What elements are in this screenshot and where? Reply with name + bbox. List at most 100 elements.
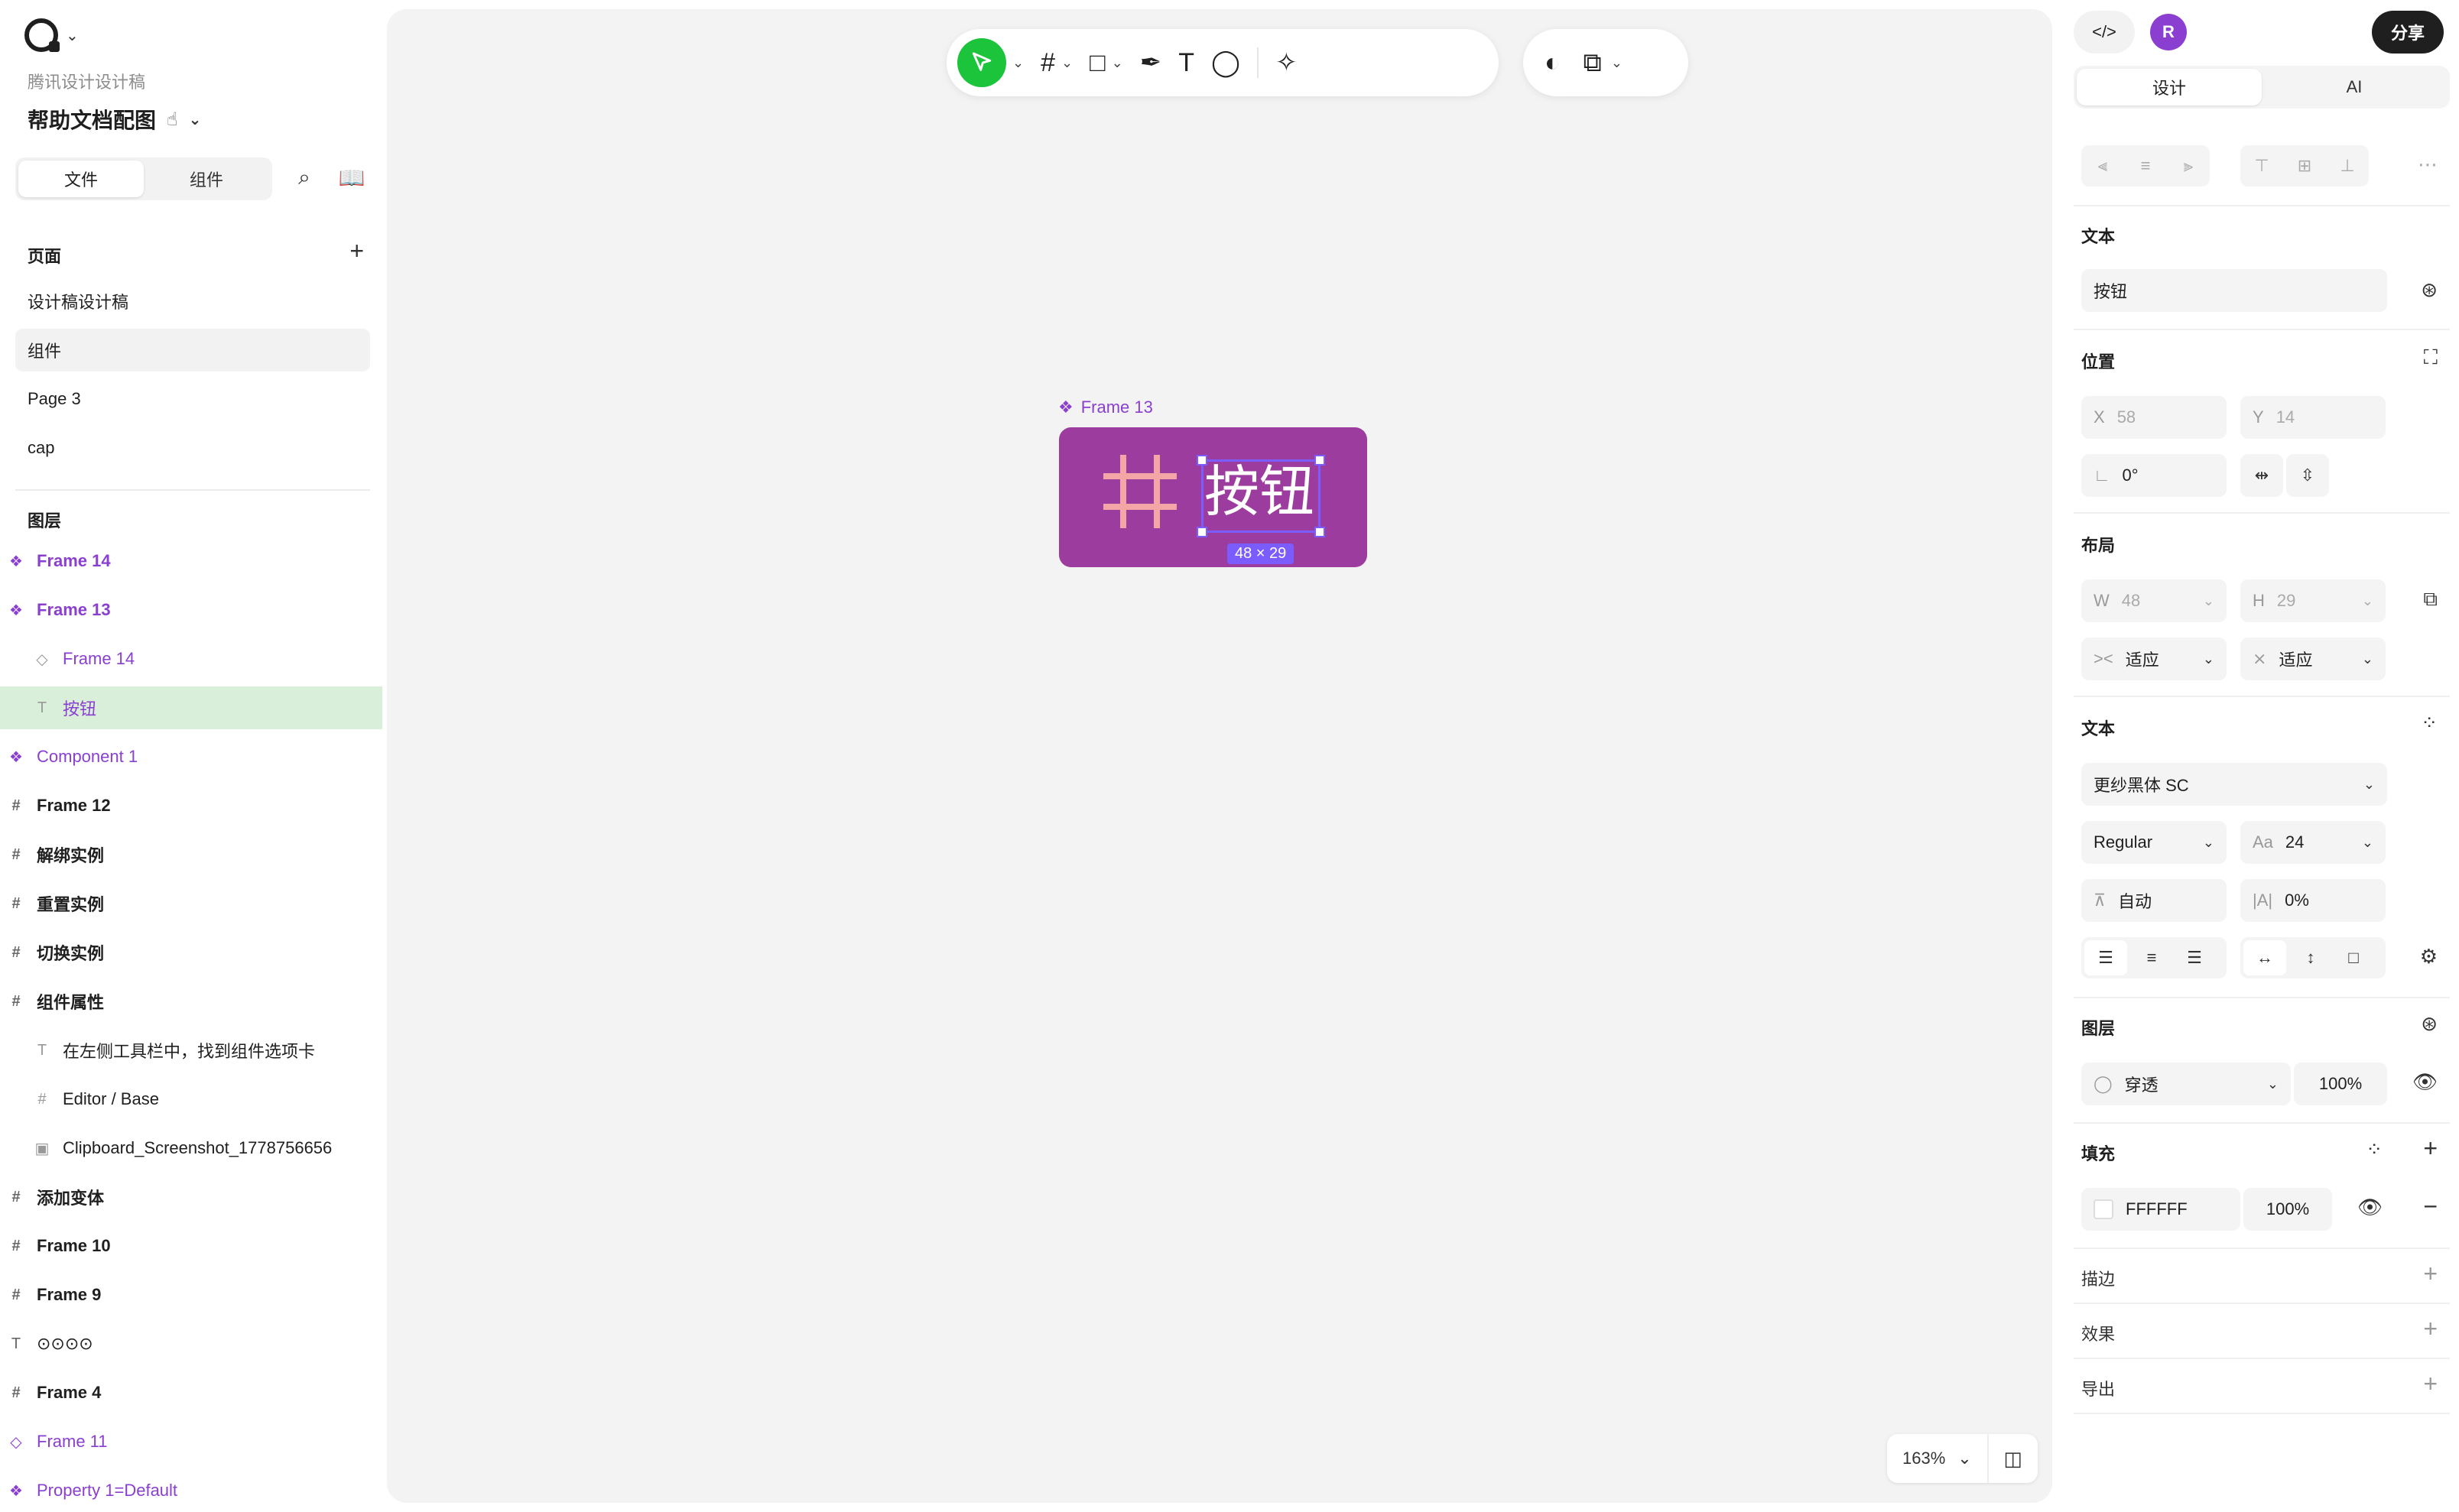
layer-row[interactable]: # 组件属性 [0,980,382,1023]
variable-link-icon[interactable]: ⊛ [2421,278,2438,302]
comment-tool-button[interactable]: ◯ [1211,40,1240,86]
line-height-field[interactable]: ⊼ 自动 [2081,879,2227,922]
text-align-center-icon[interactable]: ≡ [2130,937,2173,978]
layer-row[interactable]: ❖ Frame 14 [0,540,382,582]
variable-link-icon[interactable]: ⊛ [2421,1012,2438,1036]
text-tool-button[interactable]: T [1178,40,1194,86]
layer-row[interactable]: T 在左侧工具栏中，找到组件选项卡 [0,1029,382,1072]
vertical-resizing-select[interactable]: ⨯ 适应 ⌄ [2240,638,2386,680]
flip-horizontal-icon[interactable]: ⇹ [2240,454,2283,497]
auto-height-icon[interactable]: ↕ [2289,937,2332,978]
font-weight-select[interactable]: Regular ⌄ [2081,821,2227,864]
fill-styles-grid-icon[interactable]: ⁘ [2366,1137,2383,1161]
page-item[interactable]: 设计稿设计稿 [15,280,370,323]
color-swatch[interactable] [2094,1199,2113,1219]
layer-row[interactable]: ◇ Frame 14 [0,638,382,680]
page-item[interactable]: cap [15,427,370,469]
design-canvas[interactable] [387,9,2052,1503]
resize-to-fit-icon[interactable]: ⧉ [2423,587,2438,612]
ai-sparkle-tool-button[interactable]: ✧ [1275,40,1298,86]
library-book-icon[interactable]: 📖 [338,164,365,191]
align-bottom-icon[interactable]: ⊥ [2326,145,2369,187]
auto-width-icon[interactable]: ↔ [2243,940,2286,975]
horizontal-resizing-select[interactable]: >< 适应 ⌄ [2081,638,2227,680]
chevron-down-icon[interactable]: ⌄ [1061,55,1073,71]
layer-row[interactable]: # Frame 12 [0,784,382,827]
layer-row[interactable]: ▣ Clipboard_Screenshot_1778756656 [0,1127,382,1170]
zoom-level-dropdown[interactable]: 163% ⌄ [1887,1434,1989,1483]
fill-color-field[interactable]: FFFFFF [2081,1188,2240,1231]
layer-row[interactable]: # 解绑实例 [0,833,382,876]
app-menu-button[interactable]: ⌄ [24,18,79,52]
align-left-icon[interactable]: ⫷ [2081,145,2124,187]
layer-row[interactable]: ❖ Property 1=Default [0,1469,382,1512]
boolean-shapes-icon[interactable]: ⧉ [1584,40,1602,86]
fill-opacity-field[interactable]: 100% [2243,1188,2332,1231]
layer-row[interactable]: # Frame 4 [0,1371,382,1414]
blend-mode-select[interactable]: ◯ 穿透 ⌄ [2081,1063,2291,1105]
add-page-plus-icon[interactable]: + [349,237,364,265]
position-frame-icon[interactable]: ⛶ [2424,346,2438,370]
resize-handle[interactable] [1197,455,1207,466]
tab-files[interactable]: 文件 [18,161,144,197]
height-field[interactable]: H 29 ⌄ [2240,579,2386,622]
resize-handle[interactable] [1314,527,1325,537]
font-family-select[interactable]: 更纱黑体 SC ⌄ [2081,763,2387,806]
layer-row[interactable]: # 切换实例 [0,931,382,974]
chevron-down-icon[interactable]: ⌄ [1611,55,1623,71]
text-align-left-icon[interactable]: ☰ [2084,940,2127,975]
resize-handle[interactable] [1197,527,1207,537]
dev-mode-code-icon[interactable]: </> [2074,11,2135,54]
text-align-right-icon[interactable]: ☰ [2173,937,2216,978]
layer-row[interactable]: # Editor / Base [0,1078,382,1121]
frame-name-label[interactable]: ❖ Frame 13 [1058,397,1153,417]
panel-toggle-icon[interactable]: ◫ [1989,1447,2038,1471]
tab-design[interactable]: 设计 [2077,69,2262,105]
contrast-mode-icon[interactable]: ◐ [1545,40,1561,86]
layer-row[interactable]: ❖ Component 1 [0,735,382,778]
align-center-h-icon[interactable]: ≡ [2124,145,2167,187]
pen-tool-button[interactable]: ✒ [1140,40,1162,86]
frame-tool-button[interactable]: # [1041,40,1055,86]
page-item-selected[interactable]: 组件 [15,329,370,372]
layer-row[interactable]: ◇ Frame 11 [0,1420,382,1463]
team-name[interactable]: 腾讯设计设计稿 [28,69,145,93]
flip-vertical-icon[interactable]: ⇳ [2286,454,2329,497]
eye-visibility-icon[interactable]: 👁 [2412,1070,2438,1094]
more-options-icon[interactable]: ⋯ [2418,153,2438,177]
x-position-field[interactable]: X 58 [2081,396,2227,439]
chevron-down-icon[interactable]: ⌄ [1112,55,1123,71]
add-effect-plus-icon[interactable]: + [2423,1315,2438,1343]
tab-components[interactable]: 组件 [144,161,269,197]
align-right-icon[interactable]: ⫸ [2167,145,2210,187]
selection-box[interactable] [1197,455,1325,537]
align-top-icon[interactable]: ⊤ [2240,145,2283,187]
avatar[interactable]: R [2150,14,2187,50]
component-frame[interactable]: 按钮 48 × 29 [1059,427,1367,567]
remove-fill-minus-icon[interactable]: − [2423,1192,2438,1221]
page-item[interactable]: Page 3 [15,378,370,420]
resize-handle[interactable] [1314,455,1325,466]
move-tool-button[interactable] [957,38,1006,87]
add-export-plus-icon[interactable]: + [2423,1370,2438,1398]
layer-row[interactable]: # Frame 9 [0,1274,382,1316]
share-button[interactable]: 分享 [2372,11,2444,54]
layer-row[interactable]: ❖ Frame 13 [0,589,382,631]
fixed-size-icon[interactable]: □ [2332,937,2375,978]
add-fill-plus-icon[interactable]: + [2423,1134,2438,1163]
letter-spacing-field[interactable]: |A| 0% [2240,879,2386,922]
text-styles-grid-icon[interactable]: ⁘ [2421,711,2438,735]
rectangle-tool-button[interactable]: □ [1090,40,1106,86]
chevron-down-icon[interactable]: ⌄ [1012,55,1024,71]
layer-row-selected[interactable]: T 按钮 [0,686,382,729]
document-title[interactable]: 帮助文档配图 ☝ ⌄ [28,104,201,135]
eye-visibility-icon[interactable]: 👁 [2357,1196,2383,1219]
rotation-field[interactable]: ∟ 0° [2081,454,2227,497]
y-position-field[interactable]: Y 14 [2240,396,2386,439]
text-content-field[interactable]: 按钮 [2081,269,2387,312]
align-middle-v-icon[interactable]: ⊞ [2283,145,2326,187]
layer-opacity-field[interactable]: 100% [2294,1063,2387,1105]
layer-row[interactable]: # Frame 10 [0,1225,382,1267]
add-stroke-plus-icon[interactable]: + [2423,1260,2438,1288]
text-settings-sliders-icon[interactable]: ⚙ [2420,945,2438,969]
